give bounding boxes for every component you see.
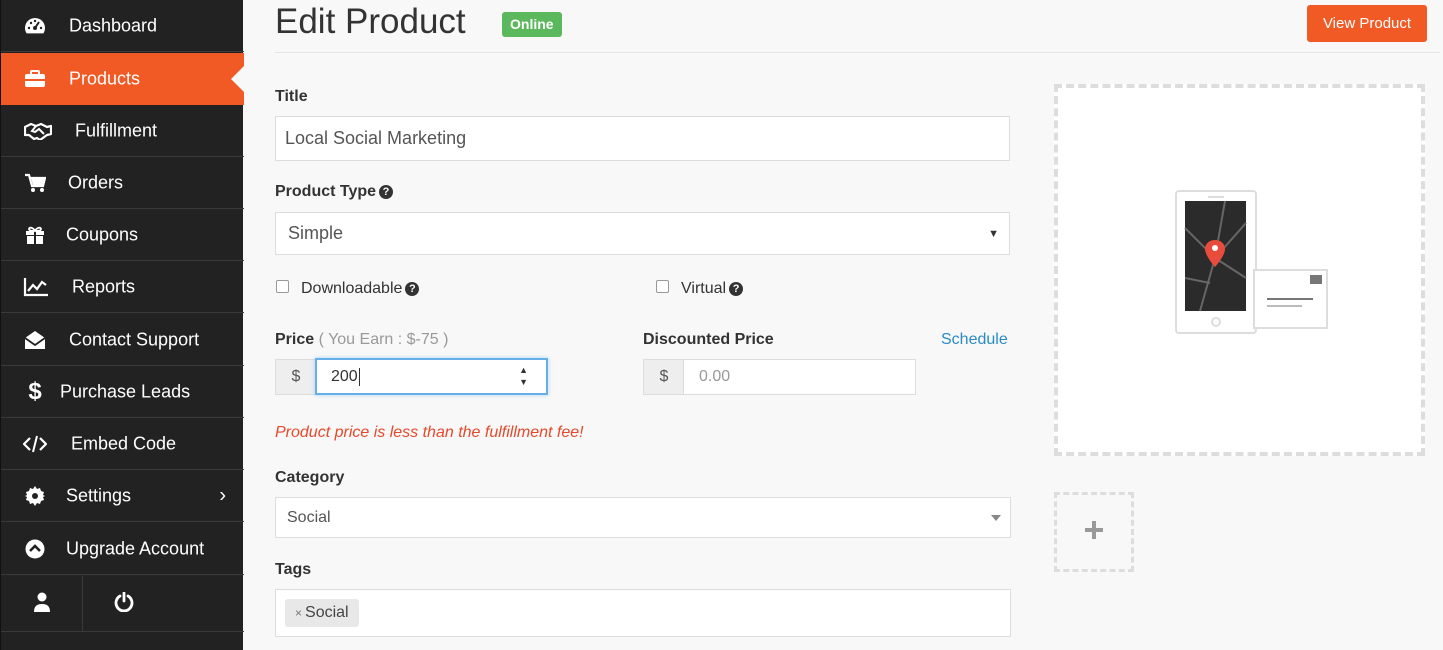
tags-input[interactable] [275, 589, 1011, 637]
sidebar-item-reports[interactable]: Reports [1, 261, 244, 313]
earn-note: ( You Earn : $-75 ) [318, 331, 449, 348]
dollar-icon: $ [28, 377, 42, 405]
view-product-button[interactable]: View Product [1307, 5, 1427, 42]
power-icon [114, 591, 134, 617]
sidebar-item-label: Upgrade Account [66, 538, 205, 558]
discounted-price-label: Discounted Price [643, 331, 774, 348]
price-value: 200 [331, 367, 358, 385]
cart-icon [23, 172, 47, 194]
caret-down-icon [991, 514, 1001, 521]
logout-button[interactable] [83, 576, 164, 632]
product-type-select[interactable]: Simple ▼ [275, 212, 1010, 255]
sidebar-item-upgrade-account[interactable]: Upgrade Account [1, 523, 244, 575]
price-input[interactable]: 200 ▲ ▼ [315, 358, 548, 395]
number-spinner[interactable]: ▲ ▼ [519, 364, 528, 388]
tag-label: Social [305, 604, 349, 621]
sidebar-item-label: Embed Code [71, 433, 177, 453]
sidebar-item-label: Settings [66, 485, 132, 505]
add-image-button[interactable] [1054, 492, 1134, 572]
price-error-message: Product price is less than the fulfillme… [275, 424, 584, 441]
help-icon[interactable]: ? [729, 282, 744, 296]
chevron-up-circle-icon [23, 538, 47, 560]
gift-icon [23, 224, 47, 246]
sidebar-bottom-bar [1, 576, 244, 632]
sidebar: Dashboard Products Fulfillment Orders Co… [0, 0, 244, 650]
title-label: Title [275, 88, 308, 105]
category-label: Category [275, 469, 345, 486]
text-cursor [358, 367, 360, 386]
help-icon[interactable]: ? [379, 185, 394, 199]
profile-button[interactable] [1, 576, 82, 632]
currency-addon: $ [643, 359, 684, 395]
briefcase-icon [23, 68, 47, 90]
sidebar-item-label: Purchase Leads [60, 381, 191, 401]
product-illustration [1175, 190, 1328, 334]
envelope-open-icon [23, 329, 47, 351]
sidebar-item-label: Products [69, 68, 141, 88]
page-title: Edit Product [275, 2, 466, 41]
sidebar-item-orders[interactable]: Orders [1, 157, 244, 209]
help-icon[interactable]: ? [405, 282, 420, 296]
dashboard-icon [23, 15, 47, 37]
downloadable-label: Downloadable? [301, 280, 420, 298]
sidebar-item-coupons[interactable]: Coupons [1, 209, 244, 261]
code-icon [23, 433, 47, 455]
category-select[interactable]: Social [275, 497, 1011, 538]
sidebar-item-settings[interactable]: Settings › [1, 470, 244, 522]
gear-icon [23, 485, 47, 507]
sidebar-item-label: Orders [68, 172, 124, 192]
user-icon [33, 592, 51, 617]
sidebar-item-contact-support[interactable]: Contact Support [1, 314, 244, 366]
sidebar-item-label: Coupons [66, 224, 139, 244]
sidebar-item-products[interactable]: Products [1, 53, 244, 105]
sidebar-item-embed-code[interactable]: Embed Code [1, 418, 244, 470]
tags-label: Tags [275, 561, 312, 578]
tag-chip: × Social [285, 599, 359, 627]
discounted-price-input[interactable]: 0.00 [683, 359, 916, 395]
virtual-label: Virtual? [681, 280, 744, 298]
product-image-dropzone[interactable] [1054, 84, 1425, 456]
product-type-label: Product Type? [275, 183, 394, 201]
currency-addon: $ [275, 359, 316, 395]
schedule-link[interactable]: Schedule [941, 331, 1008, 349]
title-input[interactable]: Local Social Marketing [275, 116, 1010, 161]
status-badge: Online [502, 12, 562, 37]
handshake-icon [23, 120, 53, 142]
sidebar-item-dashboard[interactable]: Dashboard [1, 0, 244, 52]
plus-icon [1084, 520, 1104, 545]
sidebar-item-fulfillment[interactable]: Fulfillment [1, 105, 244, 157]
remove-tag-icon[interactable]: × [295, 606, 302, 620]
sidebar-item-label: Reports [72, 276, 136, 296]
chevron-right-icon: › [219, 484, 226, 506]
virtual-checkbox[interactable] [656, 280, 669, 293]
line-chart-icon [23, 276, 49, 298]
category-value: Social [287, 508, 331, 526]
sidebar-item-label: Dashboard [69, 15, 158, 35]
sidebar-item-label: Contact Support [69, 329, 200, 349]
caret-down-icon: ▼ [988, 227, 999, 240]
product-type-value: Simple [288, 223, 344, 243]
sidebar-item-purchase-leads[interactable]: $ Purchase Leads [1, 366, 244, 418]
price-label: Price ( You Earn : $-75 ) [275, 331, 449, 348]
header-divider [275, 52, 1440, 53]
sidebar-item-label: Fulfillment [75, 120, 158, 140]
downloadable-checkbox[interactable] [276, 280, 289, 293]
